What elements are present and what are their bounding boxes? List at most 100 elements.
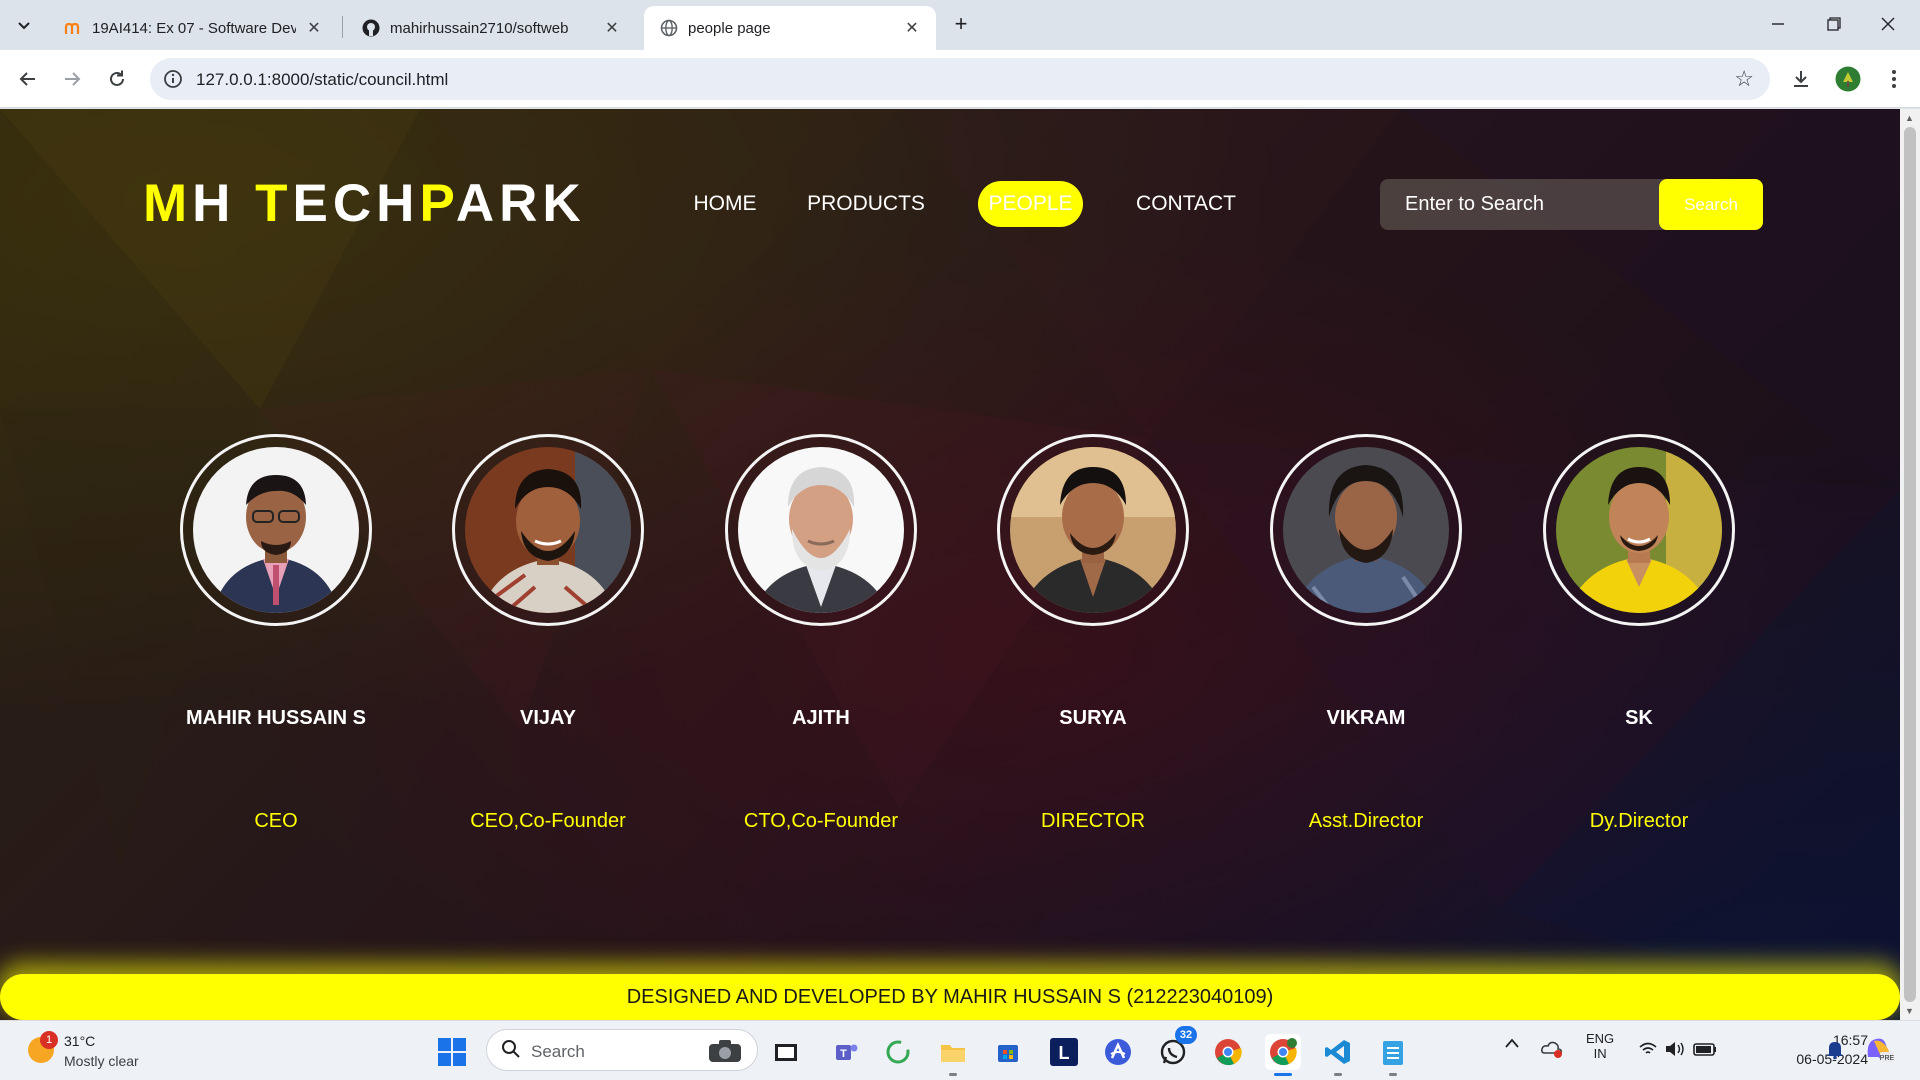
close-window-button[interactable]	[1868, 10, 1908, 38]
quick-settings[interactable]	[1638, 1039, 1718, 1062]
more-vertical-icon	[1892, 70, 1896, 88]
logo-text: ARK	[455, 174, 586, 233]
search-button[interactable]: Search	[1659, 179, 1763, 230]
tab-people-page[interactable]: people page ✕	[644, 6, 936, 50]
profile-avatar[interactable]	[1833, 64, 1863, 94]
avatar-ring	[725, 434, 917, 626]
close-icon	[1881, 17, 1895, 31]
downloads-button[interactable]	[1786, 64, 1816, 94]
person-role: DIRECTOR	[1040, 810, 1146, 832]
taskbar-search[interactable]: Search	[486, 1029, 758, 1071]
moodle-icon	[64, 19, 82, 37]
weather-temperature: 31°C	[64, 1033, 96, 1049]
whatsapp-app[interactable]: 32	[1155, 1026, 1197, 1070]
avatar-ring	[452, 434, 644, 626]
nav-people[interactable]: PEOPLE	[978, 181, 1083, 227]
person-role: CTO,Co-Founder	[743, 810, 899, 832]
person-role: Asst.Director	[1308, 810, 1424, 832]
weather-description: Mostly clear	[64, 1053, 139, 1069]
reload-button[interactable]	[101, 63, 133, 95]
address-bar[interactable]: 127.0.0.1:8000/static/council.html ☆	[150, 58, 1770, 100]
vscode-icon	[1325, 1040, 1350, 1064]
store-app[interactable]	[990, 1034, 1026, 1070]
language-code: ENG	[1586, 1031, 1615, 1046]
store-icon	[998, 1045, 1018, 1062]
teams-app[interactable]: T	[828, 1034, 864, 1070]
search-input[interactable]	[1380, 179, 1660, 230]
task-view-icon	[775, 1044, 797, 1061]
person-name: AJITH	[792, 707, 850, 729]
github-icon	[362, 19, 380, 37]
windows-start-icon[interactable]	[437, 1037, 467, 1067]
active-indicator	[1274, 1073, 1292, 1076]
circle-app[interactable]	[880, 1034, 916, 1070]
language-indicator[interactable]: ENG IN	[1586, 1031, 1614, 1061]
svg-text:T: T	[840, 1048, 847, 1060]
minimize-button[interactable]	[1758, 10, 1798, 38]
menu-button[interactable]	[1879, 64, 1909, 94]
avatar-ring	[997, 434, 1189, 626]
url-text[interactable]: 127.0.0.1:8000/static/council.html	[196, 70, 448, 90]
chrome-app[interactable]	[1210, 1034, 1246, 1070]
avatar-ring	[1270, 434, 1462, 626]
nav-contact[interactable]: CONTACT	[1124, 181, 1248, 227]
person-name: SK	[1625, 707, 1653, 729]
forward-button[interactable]	[56, 63, 88, 95]
l-letter-icon: L	[1050, 1038, 1078, 1066]
page-footer: DESIGNED AND DEVELOPED BY MAHIR HUSSAIN …	[0, 974, 1900, 1020]
windows-taskbar: 1 31°C Mostly clear Search T L 32 ENG IN…	[0, 1020, 1920, 1080]
profile-icon	[1835, 66, 1861, 92]
nav-home[interactable]: HOME	[680, 181, 770, 227]
restore-button[interactable]	[1814, 10, 1854, 38]
close-icon[interactable]: ✕	[902, 18, 922, 38]
tab-softdev[interactable]: 19AI414: Ex 07 - Software Deve ✕	[48, 6, 338, 50]
browser-tab-bar: 19AI414: Ex 07 - Software Deve ✕ mahirhu…	[0, 0, 1920, 50]
globe-icon	[660, 19, 678, 37]
notifications-button[interactable]	[1826, 1039, 1844, 1062]
tab-title: people page	[688, 19, 771, 37]
person-name: VIJAY	[520, 707, 576, 729]
avatar	[1283, 447, 1449, 613]
tab-github[interactable]: mahirhussain2710/softweb ✕	[346, 6, 636, 50]
tab-search-button[interactable]	[10, 11, 38, 39]
network-status[interactable]	[1540, 1037, 1564, 1062]
camera-icon	[709, 1040, 741, 1062]
avatar-ring	[180, 434, 372, 626]
task-view-app[interactable]	[768, 1034, 804, 1070]
tray-overflow-button[interactable]	[1504, 1037, 1520, 1052]
logo-text: ECH	[292, 174, 420, 233]
weather-badge: 1	[40, 1031, 58, 1049]
close-icon[interactable]: ✕	[304, 18, 324, 38]
weather-widget[interactable]: 1 31°C Mostly clear	[20, 1029, 170, 1073]
close-icon[interactable]: ✕	[602, 18, 622, 38]
back-button[interactable]	[12, 63, 44, 95]
site-logo[interactable]: MH TECHPARK	[143, 173, 586, 234]
new-tab-button[interactable]: +	[948, 12, 974, 38]
page-viewport: MH TECHPARK HOME PRODUCTS PEOPLE CONTACT…	[0, 109, 1900, 1020]
scroll-up-icon[interactable]: ▲	[1905, 113, 1914, 123]
notepad-app[interactable]	[1375, 1034, 1411, 1076]
svg-text:L: L	[1059, 1043, 1070, 1063]
bookmark-star-icon[interactable]: ☆	[1734, 66, 1754, 92]
site-info-icon[interactable]	[162, 68, 184, 90]
teams-icon: T	[836, 1044, 858, 1060]
svg-text:PRE: PRE	[1880, 1055, 1894, 1062]
nav-products[interactable]: PRODUCTS	[796, 181, 936, 227]
copilot-button[interactable]: PRE	[1864, 1035, 1895, 1066]
l-app[interactable]: L	[1046, 1034, 1082, 1070]
browser-toolbar: 127.0.0.1:8000/static/council.html ☆	[0, 50, 1920, 108]
arc-app[interactable]	[1100, 1034, 1136, 1070]
file-explorer-app[interactable]	[935, 1034, 971, 1076]
folder-icon	[941, 1045, 965, 1062]
chrome-profile-app[interactable]	[1265, 1034, 1301, 1076]
vscode-app[interactable]	[1320, 1034, 1356, 1076]
scrollbar-thumb[interactable]	[1904, 127, 1916, 1002]
search-icon	[502, 1040, 520, 1058]
bell-icon	[1827, 1042, 1843, 1060]
avatar	[1010, 447, 1176, 613]
page-scrollbar[interactable]: ▲ ▼	[1900, 109, 1920, 1020]
refresh-circle-icon	[886, 1040, 910, 1064]
copilot-icon: PRE	[1867, 1038, 1895, 1062]
scroll-down-icon[interactable]: ▼	[1905, 1006, 1914, 1016]
logo-letter: M	[143, 174, 193, 233]
